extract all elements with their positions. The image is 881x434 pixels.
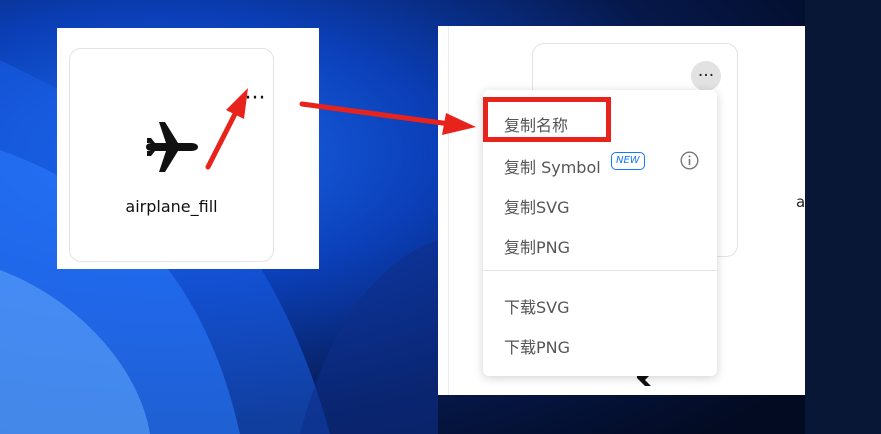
annotation-arrows — [205, 88, 476, 170]
